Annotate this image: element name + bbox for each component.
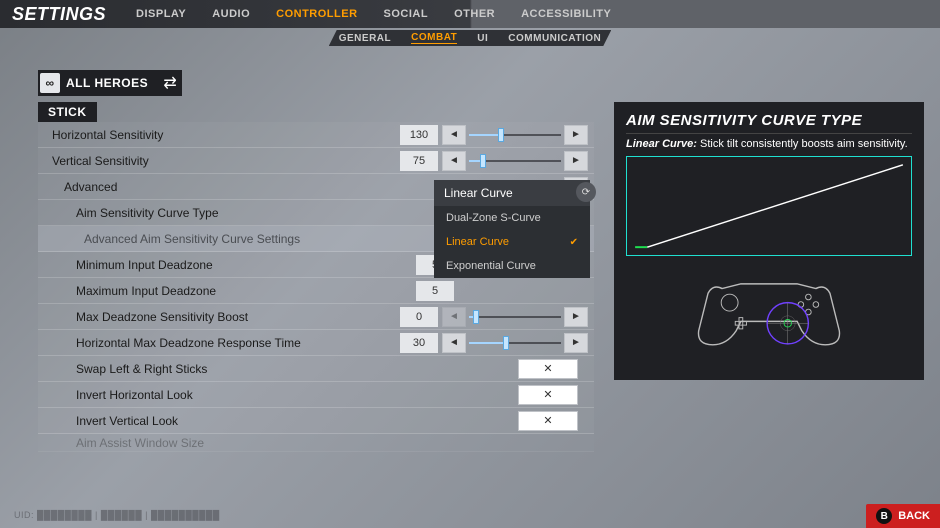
label-max-boost: Max Deadzone Sensitivity Boost xyxy=(38,310,400,324)
slider-response-time[interactable] xyxy=(469,333,561,353)
toggle-swap-sticks[interactable]: ✕ xyxy=(518,359,578,379)
value-response-time: 30 xyxy=(400,333,438,353)
panel-curve-name: Linear Curve: xyxy=(626,138,697,150)
header-bar: SETTINGS DISPLAY AUDIO CONTROLLER SOCIAL… xyxy=(0,0,940,28)
tab-display[interactable]: DISPLAY xyxy=(136,8,186,20)
label-swap-sticks: Swap Left & Right Sticks xyxy=(38,362,518,376)
dropdown-item-exponential[interactable]: Exponential Curve xyxy=(434,254,590,278)
label-cutoff: Aim Assist Window Size xyxy=(38,436,594,450)
page-title: SETTINGS xyxy=(12,4,106,25)
dec-max-boost: ◄ xyxy=(442,307,466,327)
slider-horizontal-sensitivity[interactable] xyxy=(469,125,561,145)
toggle-invert-horizontal[interactable]: ✕ xyxy=(518,385,578,405)
dec-vertical-sensitivity[interactable]: ◄ xyxy=(442,151,466,171)
slider-vertical-sensitivity[interactable] xyxy=(469,151,561,171)
tab-controller[interactable]: CONTROLLER xyxy=(276,8,357,20)
row-vertical-sensitivity[interactable]: Vertical Sensitivity 75 ◄ ► xyxy=(38,148,594,174)
tab-accessibility[interactable]: ACCESSIBILITY xyxy=(521,8,611,20)
panel-desc-text: Stick tilt consistently boosts aim sensi… xyxy=(700,138,908,150)
subnav-wrap: GENERAL COMBAT UI COMMUNICATION xyxy=(0,28,940,48)
nav-tabs: DISPLAY AUDIO CONTROLLER SOCIAL OTHER AC… xyxy=(136,8,611,20)
hero-label: ALL HEROES xyxy=(66,76,148,90)
watermark: UID: ████████ | ██████ | ██████████ xyxy=(14,510,220,520)
subtab-general[interactable]: GENERAL xyxy=(339,33,391,44)
value-horizontal-sensitivity: 130 xyxy=(400,125,438,145)
toggle-invert-vertical[interactable]: ✕ xyxy=(518,411,578,431)
hero-swap-icon[interactable]: ⇄ xyxy=(158,70,182,96)
dec-horizontal-sensitivity[interactable]: ◄ xyxy=(442,125,466,145)
dropdown-curve-type[interactable]: Linear Curve ⟳ Dual-Zone S-Curve Linear … xyxy=(434,180,590,278)
panel-title: AIM SENSITIVITY CURVE TYPE xyxy=(626,112,912,134)
label-curve-type: Aim Sensitivity Curve Type xyxy=(38,206,434,220)
inc-horizontal-sensitivity[interactable]: ► xyxy=(564,125,588,145)
row-invert-vertical[interactable]: Invert Vertical Look ✕ xyxy=(38,408,594,434)
hero-icon: ∞ xyxy=(40,73,60,93)
slider-max-boost[interactable] xyxy=(469,307,561,327)
label-advanced-curve-settings: Advanced Aim Sensitivity Curve Settings xyxy=(38,232,434,246)
dropdown-item-linear[interactable]: Linear Curve ✔ xyxy=(434,230,590,254)
section-stick: STICK xyxy=(38,102,97,122)
row-response-time[interactable]: Horizontal Max Deadzone Response Time 30… xyxy=(38,330,594,356)
panel-description: Linear Curve: Stick tilt consistently bo… xyxy=(626,138,912,150)
back-label: BACK xyxy=(898,510,930,522)
value-vertical-sensitivity: 75 xyxy=(400,151,438,171)
check-icon: ✔ xyxy=(570,237,578,248)
back-button[interactable]: B BACK xyxy=(866,504,940,528)
hero-selector[interactable]: ∞ ALL HEROES xyxy=(38,70,158,96)
tab-social[interactable]: SOCIAL xyxy=(384,8,429,20)
info-panel: AIM SENSITIVITY CURVE TYPE Linear Curve:… xyxy=(614,102,924,380)
tab-other[interactable]: OTHER xyxy=(454,8,495,20)
label-max-deadzone: Maximum Input Deadzone xyxy=(38,284,416,298)
back-key-icon: B xyxy=(876,508,892,524)
row-horizontal-sensitivity[interactable]: Horizontal Sensitivity 130 ◄ ► xyxy=(38,122,594,148)
dropdown-knob-icon: ⟳ xyxy=(576,182,596,202)
row-max-deadzone[interactable]: Maximum Input Deadzone 5 xyxy=(38,278,594,304)
inc-response-time[interactable]: ► xyxy=(564,333,588,353)
label-min-deadzone: Minimum Input Deadzone xyxy=(38,258,416,272)
dropdown-header-label: Linear Curve xyxy=(444,186,513,200)
tab-audio[interactable]: AUDIO xyxy=(212,8,250,20)
subtab-ui[interactable]: UI xyxy=(477,33,488,44)
dec-response-time[interactable]: ◄ xyxy=(442,333,466,353)
value-max-deadzone: 5 xyxy=(416,281,454,301)
dropdown-list: Dual-Zone S-Curve Linear Curve ✔ Exponen… xyxy=(434,206,590,278)
subtab-communication[interactable]: COMMUNICATION xyxy=(508,33,601,44)
row-invert-horizontal[interactable]: Invert Horizontal Look ✕ xyxy=(38,382,594,408)
label-invert-horizontal: Invert Horizontal Look xyxy=(38,388,518,402)
row-max-boost[interactable]: Max Deadzone Sensitivity Boost 0 ◄ ► xyxy=(38,304,594,330)
inc-max-boost[interactable]: ► xyxy=(564,307,588,327)
subnav: GENERAL COMBAT UI COMMUNICATION xyxy=(329,30,612,46)
inc-vertical-sensitivity[interactable]: ► xyxy=(564,151,588,171)
dropdown-item-dual-zone[interactable]: Dual-Zone S-Curve xyxy=(434,206,590,230)
dropdown-header[interactable]: Linear Curve ⟳ xyxy=(434,180,590,206)
row-swap-sticks[interactable]: Swap Left & Right Sticks ✕ xyxy=(38,356,594,382)
label-invert-vertical: Invert Vertical Look xyxy=(38,414,518,428)
row-cutoff: Aim Assist Window Size xyxy=(38,434,594,452)
curve-graph xyxy=(626,156,912,256)
label-vertical-sensitivity: Vertical Sensitivity xyxy=(38,154,400,168)
hero-selector-bar: ∞ ALL HEROES ⇄ xyxy=(38,70,940,96)
label-response-time: Horizontal Max Deadzone Response Time xyxy=(38,336,400,350)
label-horizontal-sensitivity: Horizontal Sensitivity xyxy=(38,128,400,142)
controller-diagram xyxy=(626,262,912,362)
subtab-combat[interactable]: COMBAT xyxy=(411,32,457,44)
value-max-boost: 0 xyxy=(400,307,438,327)
